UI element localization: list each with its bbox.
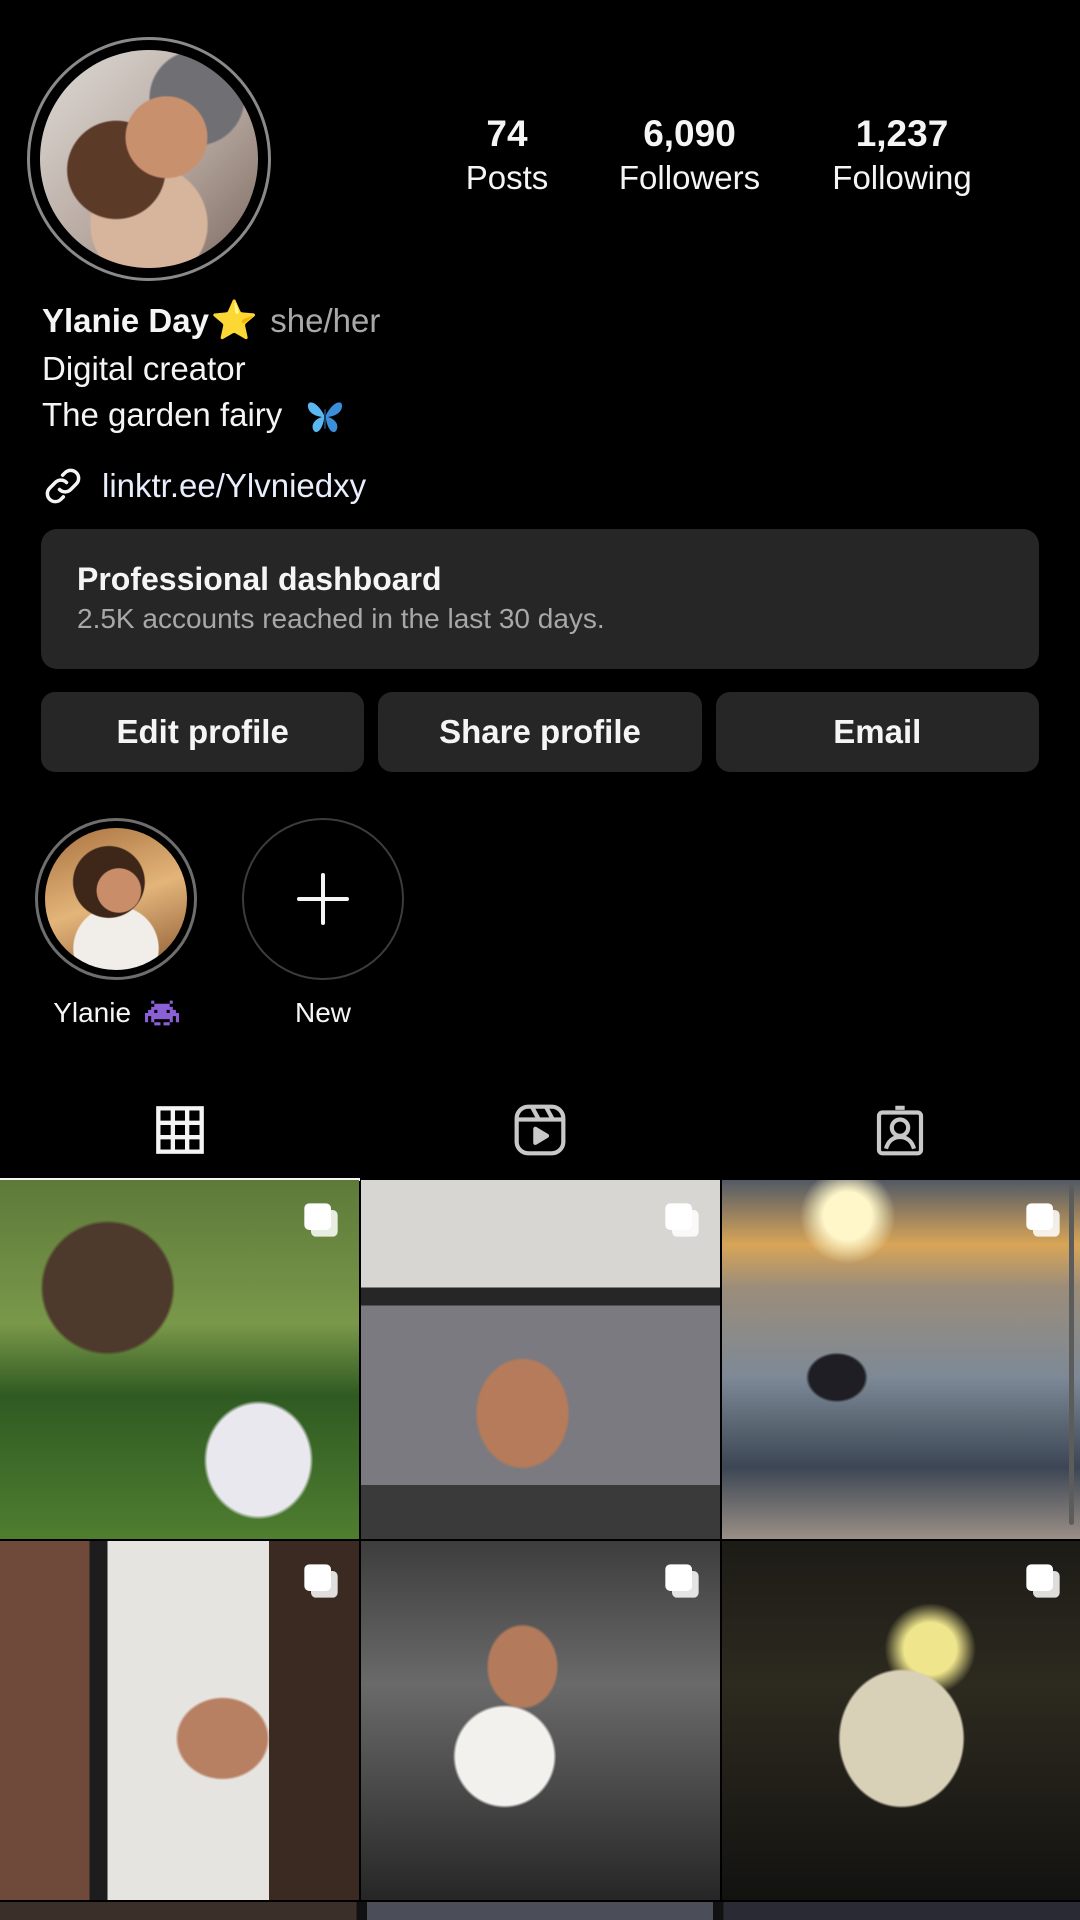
star-emoji: ⭐ — [210, 300, 259, 342]
carousel-icon — [665, 1564, 699, 1598]
avatar-image — [40, 50, 258, 268]
highlight-image — [45, 828, 187, 970]
profile-stats: 74 Posts 6,090 Followers 1,237 Following — [420, 112, 1000, 202]
profile-category: Digital creator — [42, 350, 246, 387]
stat-posts[interactable]: 74 Posts — [442, 112, 572, 200]
link-text: linktr.ee/Ylvniedxy — [102, 467, 367, 504]
email-button[interactable]: Email — [715, 692, 1039, 772]
following-count: 1,237 — [855, 113, 949, 154]
profile-bio-line: The garden fairy — [42, 392, 1022, 438]
post-thumbnail[interactable] — [0, 1180, 359, 1539]
followers-label: Followers — [618, 159, 761, 196]
carousel-icon — [304, 1203, 338, 1237]
post-thumbnail[interactable] — [722, 1541, 1080, 1900]
profile-tabs — [0, 1080, 1080, 1181]
scrollbar[interactable] — [1069, 1185, 1074, 1525]
dashboard-title: Professional dashboard — [77, 561, 442, 597]
grid-icon — [156, 1106, 204, 1154]
highlight-label: New — [294, 997, 351, 1028]
link-icon — [45, 468, 81, 504]
followers-count: 6,090 — [643, 113, 736, 154]
tab-tagged[interactable] — [720, 1080, 1080, 1180]
new-highlight-circle — [242, 818, 404, 980]
share-profile-button[interactable]: Share profile — [378, 692, 702, 772]
profile-pronouns: she/her — [270, 302, 381, 339]
highlight-cover — [35, 818, 197, 980]
reels-icon — [514, 1104, 566, 1156]
following-label: Following — [832, 159, 972, 196]
post-thumbnail[interactable] — [722, 1180, 1080, 1539]
professional-dashboard[interactable]: Professional dashboard 2.5K accounts rea… — [41, 529, 1039, 669]
post-thumbnail[interactable] — [361, 1541, 720, 1900]
highlight-new[interactable]: New — [242, 818, 404, 1030]
stat-following[interactable]: 1,237 Following — [802, 112, 1002, 200]
profile-name: Ylanie Day — [42, 302, 209, 339]
carousel-icon — [665, 1203, 699, 1237]
next-row-thumbnails[interactable] — [0, 1902, 1080, 1920]
profile-avatar[interactable] — [27, 37, 271, 281]
post-thumbnail[interactable] — [0, 1541, 359, 1900]
posts-count: 74 — [486, 113, 528, 154]
carousel-icon — [304, 1564, 338, 1598]
profile-bio: Ylanie Day ⭐ she/her Digital creator The… — [42, 296, 1022, 438]
tab-posts-grid[interactable] — [0, 1080, 360, 1181]
butterfly-icon — [308, 402, 343, 433]
carousel-icon — [1026, 1564, 1060, 1598]
profile-link[interactable]: linktr.ee/Ylvniedxy — [42, 461, 366, 511]
post-thumbnail[interactable] — [361, 1180, 720, 1539]
name-row: Ylanie Day ⭐ she/her — [42, 296, 1022, 346]
highlight-ylanie[interactable]: Ylanie — [35, 818, 197, 1030]
bio-text: The garden fairy — [42, 396, 283, 433]
carousel-icon — [1026, 1203, 1060, 1237]
stat-followers[interactable]: 6,090 Followers — [602, 112, 777, 200]
posts-grid — [0, 1180, 1080, 1900]
tab-reels[interactable] — [360, 1080, 720, 1180]
profile-actions: Edit profile Share profile Email — [41, 692, 1039, 772]
highlight-label: Ylanie — [35, 996, 197, 1030]
space-invader-icon — [144, 1000, 179, 1026]
highlight-label-text: Ylanie — [53, 997, 132, 1028]
dashboard-subtitle: 2.5K accounts reached in the last 30 day… — [77, 603, 605, 634]
plus-icon — [297, 873, 349, 925]
tagged-icon — [876, 1105, 924, 1156]
edit-profile-button[interactable]: Edit profile — [41, 692, 365, 772]
posts-label: Posts — [465, 159, 549, 196]
